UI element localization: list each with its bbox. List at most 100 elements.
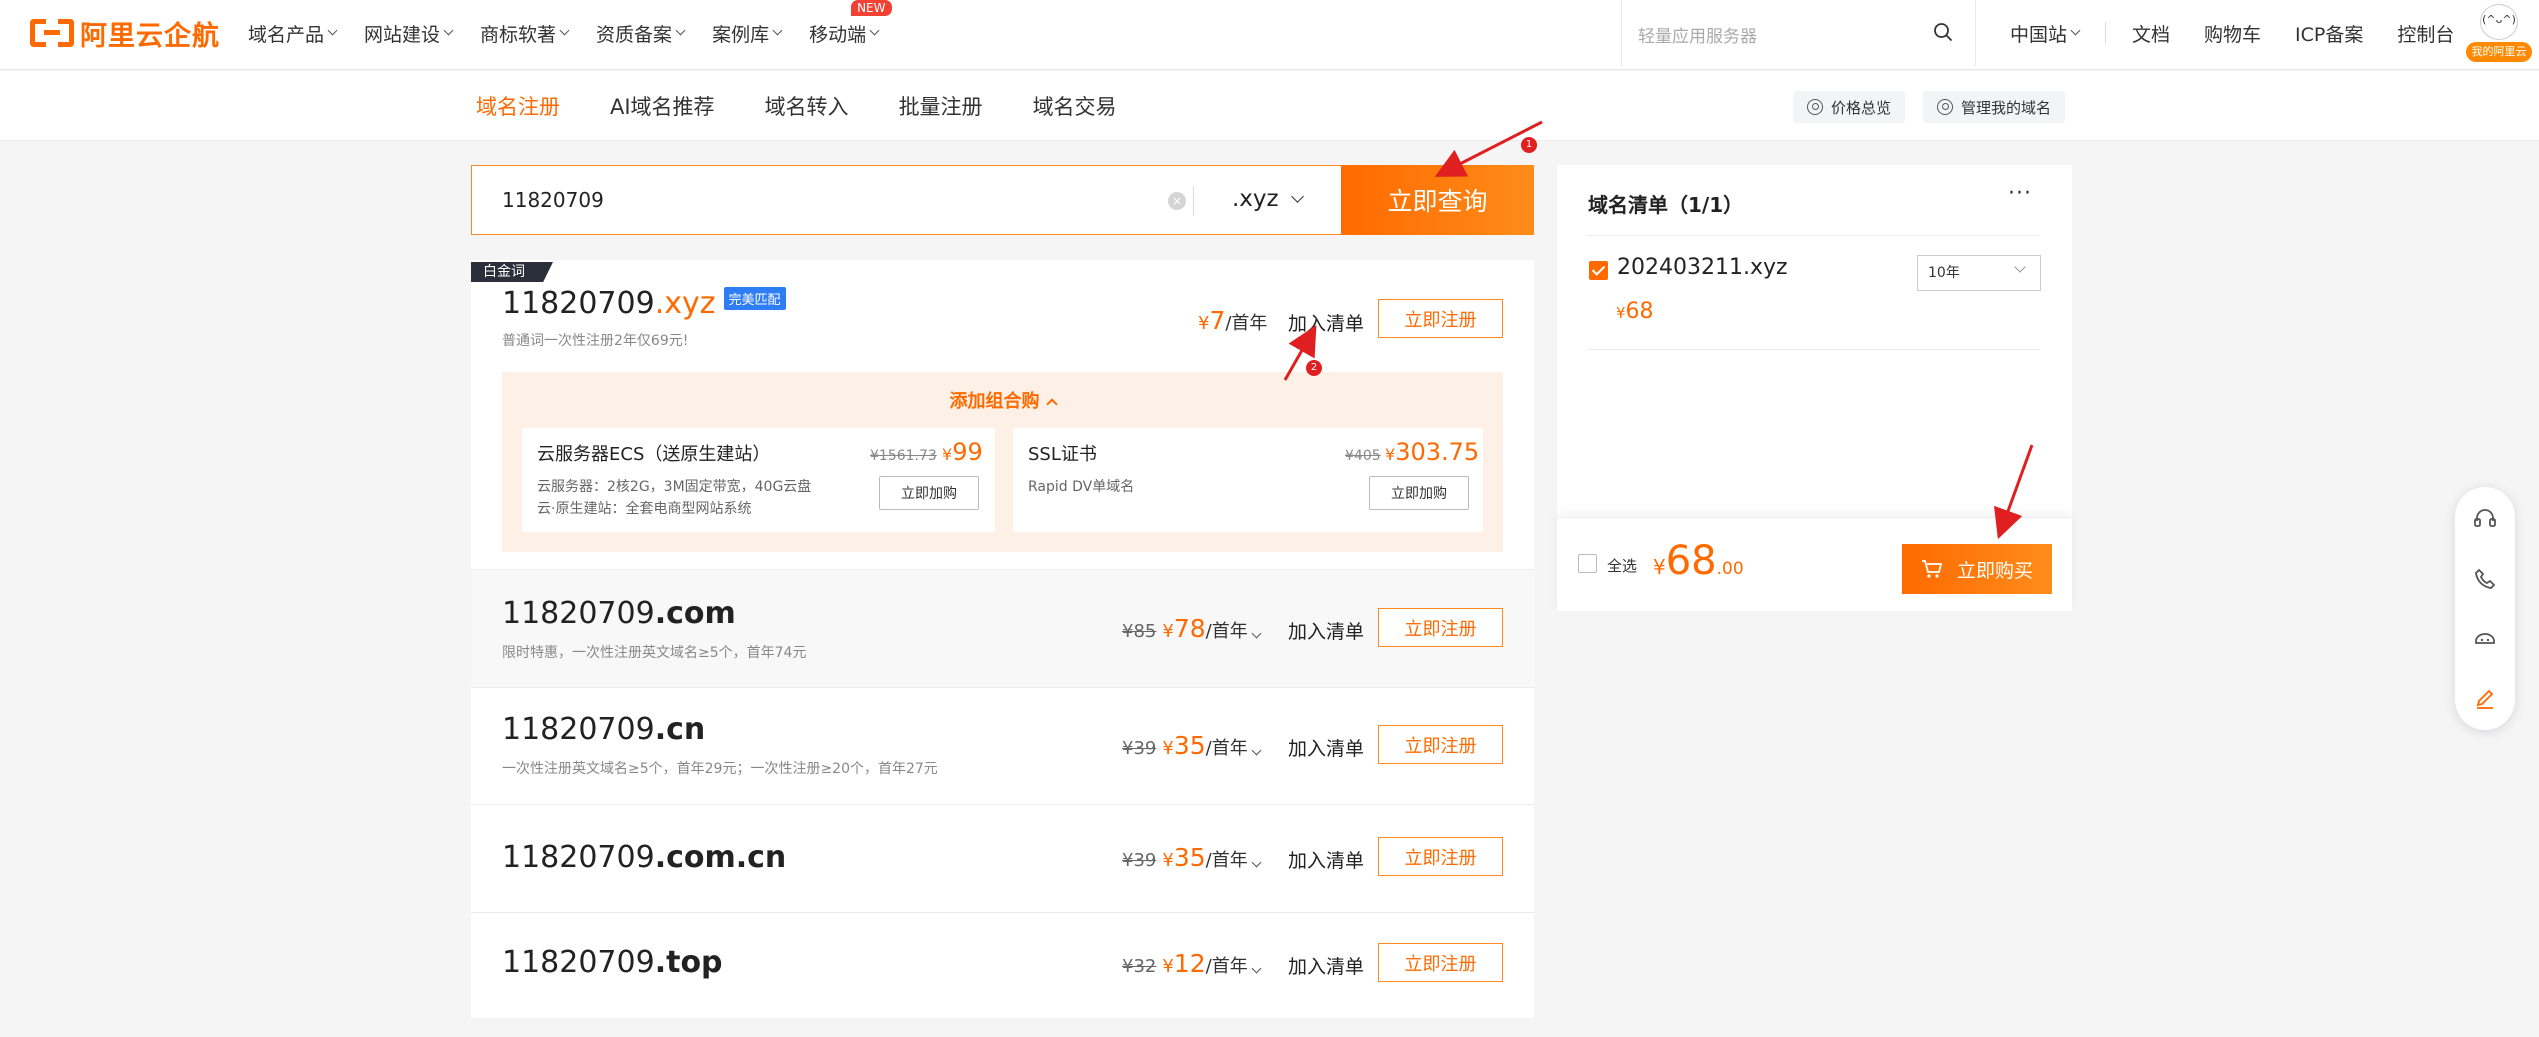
global-search[interactable]: 轻量应用服务器 bbox=[1621, 0, 1976, 66]
tab-domain-register[interactable]: 域名注册 bbox=[476, 91, 560, 121]
manage-domains-label: 管理我的域名 bbox=[1961, 98, 2052, 117]
price-unit: /首年 bbox=[1205, 956, 1248, 977]
tld-selector[interactable]: .xyz bbox=[1232, 186, 1304, 212]
combo-item-desc: 云服务器：2核2G，3M固定带宽，40G云盘 bbox=[537, 479, 812, 495]
nav-mobile[interactable]: 移动端 NEW bbox=[809, 0, 892, 47]
nav-label: 商标软著 bbox=[480, 23, 557, 46]
phone-icon[interactable] bbox=[2471, 565, 2499, 593]
domain-query-input[interactable]: 11820709 bbox=[502, 188, 604, 212]
aliyun-logo[interactable]: 阿里云企航 bbox=[30, 14, 220, 52]
price-unit: /首年 bbox=[1225, 313, 1268, 334]
register-button[interactable]: 立即注册 bbox=[1378, 837, 1503, 876]
domain-name: 11820709.top bbox=[502, 945, 723, 980]
register-button[interactable]: 立即注册 bbox=[1378, 608, 1503, 647]
avatar-face-icon: (^ᴗ^) bbox=[2480, 4, 2518, 40]
cart-price-value: 68 bbox=[1625, 299, 1654, 324]
cart-link[interactable]: 购物车 bbox=[2204, 20, 2261, 47]
tab-domain-trade[interactable]: 域名交易 bbox=[1033, 91, 1117, 121]
nav-trademark[interactable]: 商标软著 bbox=[480, 20, 570, 47]
manage-domains-button[interactable]: 管理我的域名 bbox=[1923, 91, 2066, 123]
old-price: ¥39 bbox=[1122, 738, 1157, 759]
combo-old-price: ¥1561.73 bbox=[870, 448, 937, 464]
combo-item-name: SSL证书 bbox=[1028, 444, 1097, 465]
combo-toggle[interactable]: 添加组合购 bbox=[502, 387, 1503, 413]
currency: ¥ bbox=[942, 445, 953, 464]
user-avatar[interactable]: (^ᴗ^) 我的阿里云 bbox=[2466, 4, 2532, 64]
domain-tld: .com bbox=[654, 596, 736, 631]
search-input[interactable]: 轻量应用服务器 bbox=[1638, 22, 1757, 47]
combo-price: ¥99 bbox=[942, 438, 983, 466]
add-to-list-button[interactable]: 加入清单 bbox=[1288, 734, 1364, 761]
tab-bulk-register[interactable]: 批量注册 bbox=[899, 91, 983, 121]
cart-item-price: ¥68 bbox=[1616, 299, 1654, 324]
query-button[interactable]: 立即查询 bbox=[1341, 165, 1534, 235]
search-icon[interactable] bbox=[1933, 22, 1953, 42]
docs-link[interactable]: 文档 bbox=[2132, 20, 2170, 47]
console-link[interactable]: 控制台 bbox=[2397, 20, 2454, 47]
select-all-label[interactable]: 全选 bbox=[1607, 555, 1637, 576]
combo-purchase: 添加组合购 云服务器ECS（送原生建站） 云服务器：2核2G，3M固定带宽，40… bbox=[502, 372, 1503, 552]
tld-selected: .xyz bbox=[1232, 186, 1279, 212]
add-to-list-button[interactable]: 加入清单 bbox=[1288, 952, 1364, 979]
cart-item-checkbox[interactable] bbox=[1589, 261, 1608, 280]
add-combo-button[interactable]: 立即加购 bbox=[879, 476, 979, 510]
register-button[interactable]: 立即注册 bbox=[1378, 725, 1503, 764]
chevron-down-icon bbox=[443, 25, 454, 36]
price-value: 12 bbox=[1173, 949, 1206, 978]
price-overview-button[interactable]: 价格总览 bbox=[1793, 91, 1906, 123]
add-to-list-button[interactable]: 加入清单 bbox=[1288, 309, 1364, 336]
buy-now-button[interactable]: 立即购买 bbox=[1902, 544, 2052, 594]
register-button[interactable]: 立即注册 bbox=[1378, 943, 1503, 982]
price-unit: /首年 bbox=[1205, 850, 1248, 871]
chevron-down-icon bbox=[327, 25, 338, 36]
tab-domain-transfer[interactable]: 域名转入 bbox=[765, 91, 849, 121]
combo-price-value: 99 bbox=[952, 438, 983, 466]
domain-tld: .top bbox=[654, 945, 723, 980]
chevron-down-icon bbox=[2070, 25, 2081, 36]
clear-icon[interactable]: × bbox=[1168, 192, 1186, 210]
years-select[interactable]: 10年 bbox=[1917, 255, 2041, 291]
tab-ai-recommend[interactable]: AI域名推荐 bbox=[610, 91, 715, 121]
old-price: ¥32 bbox=[1122, 956, 1157, 977]
nav-qualification[interactable]: 资质备案 bbox=[596, 20, 686, 47]
domain-base: 11820709 bbox=[502, 596, 655, 631]
nav-domain-products[interactable]: 域名产品 bbox=[248, 20, 338, 47]
buy-now-label: 立即购买 bbox=[1956, 559, 2033, 582]
nav-label: 资质备案 bbox=[596, 23, 673, 46]
nav-case-library[interactable]: 案例库 bbox=[712, 20, 783, 47]
top-navbar: 阿里云企航 域名产品 网站建设 商标软著 资质备案 案例库 移动端 NEW 轻量应… bbox=[0, 0, 2539, 70]
register-button[interactable]: 立即注册 bbox=[1378, 299, 1503, 338]
domain-price[interactable]: ¥85 ¥78/首年 bbox=[1122, 614, 1262, 643]
domain-price[interactable]: ¥39 ¥35/首年 bbox=[1122, 731, 1262, 760]
domain-price[interactable]: ¥32 ¥12/首年 bbox=[1122, 949, 1262, 978]
robot-icon[interactable] bbox=[2471, 625, 2499, 653]
select-all-checkbox[interactable] bbox=[1578, 554, 1597, 573]
cart-title: 域名清单（1/1） bbox=[1588, 193, 1744, 217]
add-to-list-button[interactable]: 加入清单 bbox=[1288, 846, 1364, 873]
domain-query-field[interactable]: 11820709 × .xyz bbox=[471, 165, 1341, 235]
chevron-down-icon bbox=[772, 25, 783, 36]
headset-icon[interactable] bbox=[2471, 505, 2499, 533]
domain-price[interactable]: ¥39 ¥35/首年 bbox=[1122, 843, 1262, 872]
add-to-list-button[interactable]: 加入清单 bbox=[1288, 617, 1364, 644]
cart-total: ¥68.00 bbox=[1653, 538, 1744, 584]
floating-toolbar bbox=[2455, 487, 2515, 730]
currency: ¥ bbox=[1162, 956, 1174, 977]
chevron-down-icon bbox=[675, 25, 686, 36]
icp-link[interactable]: ICP备案 bbox=[2295, 20, 2363, 47]
total-int: 68 bbox=[1665, 538, 1717, 584]
more-icon[interactable]: ··· bbox=[2008, 181, 2032, 206]
step-marker: 2 bbox=[1306, 360, 1322, 376]
region-selector[interactable]: 中国站 bbox=[2010, 20, 2081, 47]
chevron-up-icon bbox=[1045, 398, 1058, 410]
old-price: ¥39 bbox=[1122, 850, 1157, 871]
nav-website-building[interactable]: 网站建设 bbox=[364, 20, 454, 47]
edit-icon[interactable] bbox=[2471, 685, 2499, 713]
result-row: 11820709.cn 一次性注册英文域名≥5个，首年29元；一次性注册≥20个… bbox=[471, 688, 1534, 804]
domain-cart: 域名清单（1/1） ··· 202403211.xyz ¥68 10年 全选 ¥… bbox=[1557, 165, 2072, 611]
price-value: 35 bbox=[1173, 843, 1206, 872]
main-nav: 域名产品 网站建设 商标软著 资质备案 案例库 移动端 NEW bbox=[248, 0, 906, 66]
add-combo-button[interactable]: 立即加购 bbox=[1369, 476, 1469, 510]
currency: ¥ bbox=[1653, 555, 1666, 579]
chevron-down-icon bbox=[1251, 963, 1262, 974]
